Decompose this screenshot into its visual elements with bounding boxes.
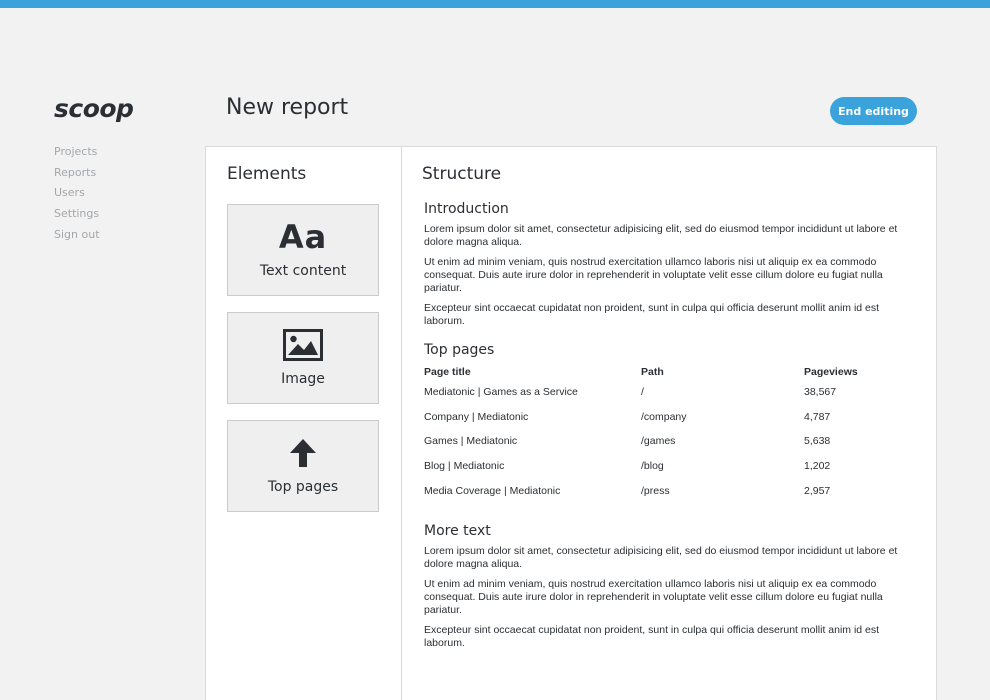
paragraph: Excepteur sint occaecat cupidatat non pr… — [424, 302, 880, 327]
element-card-image[interactable]: Image — [227, 312, 379, 404]
table-header-row: Page title Path Pageviews — [424, 366, 919, 386]
cell-page-title: Media Coverage | Mediatonic — [424, 484, 561, 497]
table-row: Company | Mediatonic /company 4,787 — [424, 411, 919, 436]
element-card-label: Text content — [259, 263, 347, 279]
text-aa-glyph: Aa — [278, 218, 328, 256]
text-aa-icon: Aa — [228, 218, 378, 256]
table-row: Mediatonic | Games as a Service / 38,567 — [424, 386, 919, 411]
column-header-pageviews: Pageviews — [804, 366, 858, 378]
table-row: Blog | Mediatonic /blog 1,202 — [424, 460, 919, 485]
element-card-label: Top pages — [267, 479, 339, 495]
table-row: Games | Mediatonic /games 5,638 — [424, 435, 919, 460]
column-header-page-title: Page title — [424, 366, 471, 378]
top-pages-title: Top pages — [424, 342, 495, 358]
paragraph: Ut enim ad minim veniam, quis nostrud ex… — [424, 256, 883, 294]
introduction-block[interactable]: Introduction Lorem ipsum dolor sit amet,… — [424, 201, 919, 328]
page-title: New report — [226, 95, 349, 120]
paragraph: Lorem ipsum dolor sit amet, consectetur … — [424, 545, 898, 571]
paragraph: Excepteur sint occaecat cupidatat non pr… — [424, 624, 880, 650]
more-text-title: More text — [424, 523, 491, 540]
nav-item-sign-out[interactable]: Sign out — [54, 228, 100, 249]
panel-divider — [401, 147, 402, 700]
cell-path: /blog — [641, 460, 664, 473]
structure-heading: Structure — [422, 164, 502, 184]
cell-pageviews: 5,638 — [804, 435, 831, 448]
cell-pageviews: 38,567 — [804, 386, 837, 398]
introduction-title: Introduction — [424, 201, 509, 217]
cell-path: /press — [641, 484, 670, 497]
element-card-label: Image — [281, 371, 325, 387]
top-pages-table: Page title Path Pageviews Mediatonic | G… — [424, 366, 919, 509]
cell-page-title: Company | Mediatonic — [424, 410, 529, 423]
structure-canvas: Introduction Lorem ipsum dolor sit amet,… — [424, 201, 919, 664]
element-card-top-pages[interactable]: Top pages — [227, 420, 379, 512]
top-accent-bar — [0, 0, 990, 8]
table-row: Media Coverage | Mediatonic /press 2,957 — [424, 485, 919, 510]
cell-pageviews: 4,787 — [804, 410, 831, 423]
arrow-up-icon — [228, 435, 378, 471]
cell-path: /company — [641, 410, 687, 423]
more-text-block[interactable]: More text Lorem ipsum dolor sit amet, co… — [424, 523, 919, 650]
cell-pageviews: 2,957 — [804, 484, 831, 497]
cell-path: / — [641, 386, 644, 398]
nav-item-settings[interactable]: Settings — [54, 207, 100, 228]
app-logo[interactable]: scoop — [54, 94, 134, 123]
cell-path: /games — [641, 435, 676, 448]
cell-page-title: Blog | Mediatonic — [424, 460, 505, 473]
nav-item-reports[interactable]: Reports — [54, 166, 100, 187]
sidebar-nav: Projects Reports Users Settings Sign out — [54, 145, 100, 248]
cell-pageviews: 1,202 — [804, 460, 831, 473]
nav-item-users[interactable]: Users — [54, 186, 100, 207]
column-header-path: Path — [641, 366, 664, 378]
cell-page-title: Games | Mediatonic — [424, 435, 518, 448]
end-editing-button[interactable]: End editing — [830, 97, 917, 125]
element-card-text-content[interactable]: Aa Text content — [227, 204, 379, 296]
cell-page-title: Mediatonic | Games as a Service — [424, 386, 578, 398]
elements-heading: Elements — [227, 164, 307, 184]
nav-item-projects[interactable]: Projects — [54, 145, 100, 166]
paragraph: Ut enim ad minim veniam, quis nostrud ex… — [424, 578, 883, 617]
paragraph: Lorem ipsum dolor sit amet, consectetur … — [424, 223, 898, 248]
image-icon — [228, 327, 378, 363]
report-editor-panel: Elements Aa Text content Image Top pages… — [205, 146, 937, 700]
top-pages-block[interactable]: Top pages Page title Path Pageviews Medi… — [424, 342, 919, 509]
